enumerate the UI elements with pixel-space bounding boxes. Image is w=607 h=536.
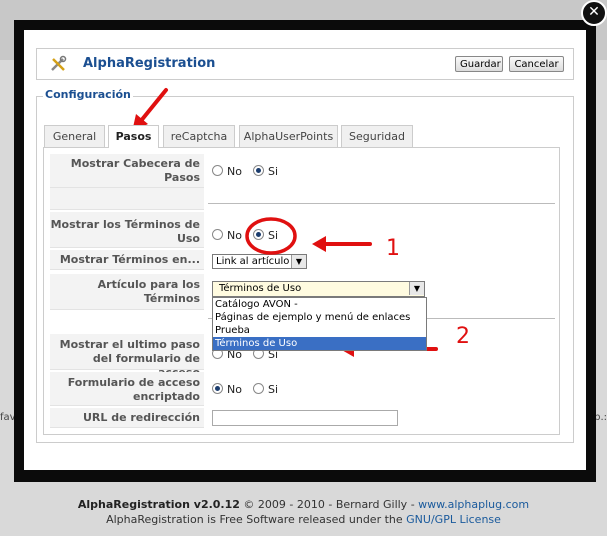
articulo-label-line2: Términos	[143, 292, 200, 305]
tab-alphauserpoints[interactable]: AlphaUserPoints	[239, 125, 338, 147]
separator	[208, 203, 555, 204]
dropdown-option[interactable]: Catálogo AVON -	[213, 298, 426, 311]
encriptado-no-radio[interactable]	[212, 383, 223, 394]
cabecera-label-line2: Pasos	[164, 171, 200, 184]
footer-site-link[interactable]: www.alphaplug.com	[418, 498, 529, 511]
footer: AlphaRegistration v2.0.12 © 2009 - 2010 …	[0, 497, 607, 527]
chevron-down-icon[interactable]: ▼	[291, 255, 306, 268]
dropdown-option-selected[interactable]: Términos de Uso	[213, 337, 426, 350]
footer-license-text: AlphaRegistration is Free Software relea…	[106, 513, 407, 526]
terminos-si-radio[interactable]	[253, 229, 264, 240]
dropdown-option[interactable]: Páginas de ejemplo y menú de enlaces	[213, 311, 426, 324]
terminos-si-label: Si	[268, 229, 279, 242]
terminos-en-label: Mostrar Términos en...	[50, 250, 204, 270]
articulo-value: Términos de Uso	[219, 283, 302, 294]
articulo-dropdown-list: Catálogo AVON - Páginas de ejemplo y men…	[212, 297, 427, 351]
articulo-label: Artículo para los Términos	[50, 274, 204, 310]
terminos-en-value: Link al artículo	[216, 256, 290, 267]
ultimo-paso-label-line1: Mostrar el ultimo paso	[59, 338, 200, 351]
toolbar: AlphaRegistration Guardar Cancelar	[36, 48, 574, 80]
terminos-label-line2: Uso	[176, 232, 200, 245]
terminos-label: Mostrar los Términos de Uso	[50, 212, 204, 248]
footer-line2: AlphaRegistration is Free Software relea…	[0, 512, 607, 527]
encriptado-label-line2: encriptado	[133, 390, 200, 403]
modal-content: AlphaRegistration Guardar Cancelar Confi…	[24, 30, 586, 470]
cabecera-si-radio[interactable]	[253, 165, 264, 176]
encriptado-si-label: Si	[268, 383, 279, 396]
close-icon[interactable]: ✕	[581, 0, 607, 26]
cabecera-no-label: No	[227, 165, 242, 178]
cabecera-label-line1: Mostrar Cabecera de	[70, 157, 200, 170]
modal-dialog: AlphaRegistration Guardar Cancelar Confi…	[14, 20, 596, 482]
config-fieldset: Configuración General Pasos reCaptcha Al…	[36, 88, 574, 443]
terminos-no-label: No	[227, 229, 242, 242]
encriptado-label-line1: Formulario de acceso	[67, 376, 200, 389]
cancel-button[interactable]: Cancelar	[509, 56, 564, 72]
app-title: AlphaRegistration	[83, 56, 216, 71]
cabecera-si-label: Si	[268, 165, 279, 178]
fieldset-legend: Configuración	[43, 88, 133, 101]
footer-product: AlphaRegistration v2.0.12	[77, 498, 240, 511]
articulo-label-line1: Artículo para los	[97, 278, 200, 291]
save-button[interactable]: Guardar	[455, 56, 503, 72]
articulo-select[interactable]: Términos de Uso ▼	[212, 281, 425, 297]
terminos-label-line1: Mostrar los Términos de	[50, 218, 200, 231]
spacer-label	[50, 188, 204, 210]
annotation-number-2: 2	[456, 324, 470, 349]
encriptado-si-radio[interactable]	[253, 383, 264, 394]
tab-recaptcha[interactable]: reCaptcha	[163, 125, 235, 147]
chevron-down-icon[interactable]: ▼	[409, 282, 424, 295]
cabecera-no-radio[interactable]	[212, 165, 223, 176]
terminos-no-radio[interactable]	[212, 229, 223, 240]
footer-copyright: © 2009 - 2010 - Bernard Gilly -	[239, 498, 419, 511]
redireccion-input[interactable]	[212, 410, 398, 426]
ultimo-paso-label: Mostrar el ultimo paso del formulario de…	[50, 334, 204, 379]
tools-icon	[51, 55, 67, 71]
background-text-right: p.:	[594, 412, 607, 423]
tab-panel-pasos: Mostrar Cabecera de Pasos No Si Mostrar …	[43, 147, 560, 435]
cabecera-label: Mostrar Cabecera de Pasos	[50, 154, 204, 188]
footer-license-link[interactable]: GNU/GPL License	[406, 513, 501, 526]
encriptado-label: Formulario de acceso encriptado	[50, 372, 204, 406]
redireccion-label: URL de redirección	[50, 408, 204, 428]
footer-line1: AlphaRegistration v2.0.12 © 2009 - 2010 …	[0, 497, 607, 512]
tab-seguridad[interactable]: Seguridad	[341, 125, 413, 147]
dropdown-option[interactable]: Prueba	[213, 324, 426, 337]
tab-general[interactable]: General	[44, 125, 105, 147]
tab-pasos[interactable]: Pasos	[108, 125, 159, 148]
encriptado-no-label: No	[227, 383, 242, 396]
annotation-number-1: 1	[386, 236, 400, 261]
terminos-en-select[interactable]: Link al artículo ▼	[212, 254, 307, 269]
